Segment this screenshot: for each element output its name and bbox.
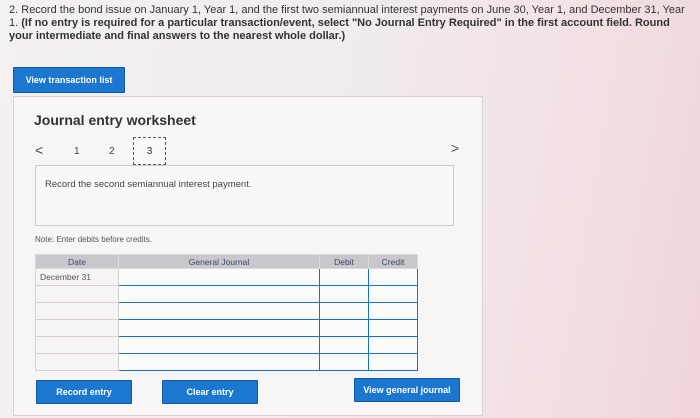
clear-entry-button[interactable]: Clear entry	[162, 380, 258, 404]
next-page-icon[interactable]: >	[451, 140, 459, 156]
date-cell	[35, 302, 119, 320]
credit-field[interactable]	[368, 268, 418, 286]
date-cell	[35, 285, 119, 303]
general-journal-header: General Journal	[118, 254, 320, 269]
account-field[interactable]	[118, 285, 320, 303]
page-tab-3-label: 3	[146, 145, 153, 157]
credit-field[interactable]	[368, 353, 418, 371]
debit-field[interactable]	[319, 353, 369, 371]
question-prompt: 2. Record the bond issue on January 1, Y…	[9, 4, 693, 43]
credit-field[interactable]	[368, 285, 418, 303]
page-tab-1[interactable]: 1	[74, 146, 80, 157]
credit-header: Credit	[368, 254, 418, 269]
debit-field[interactable]	[319, 302, 369, 320]
date-cell	[35, 319, 119, 337]
table-row	[35, 353, 418, 371]
transaction-description-box	[35, 165, 454, 226]
credit-field[interactable]	[368, 302, 418, 320]
table-row: December 31	[35, 268, 418, 286]
debit-field[interactable]	[319, 285, 369, 303]
table-row	[35, 302, 418, 320]
transaction-description: Record the second semiannual interest pa…	[45, 179, 252, 190]
page-tab-2[interactable]: 2	[109, 146, 115, 157]
date-cell[interactable]: December 31	[35, 268, 119, 286]
view-general-journal-button[interactable]: View general journal	[354, 378, 460, 402]
table-row	[35, 336, 418, 354]
date-header: Date	[35, 254, 119, 269]
entry-note: Note: Enter debits before credits.	[35, 235, 152, 244]
credit-field[interactable]	[368, 336, 418, 354]
debit-header: Debit	[319, 254, 369, 269]
account-field[interactable]	[118, 319, 320, 337]
debit-field[interactable]	[319, 336, 369, 354]
table-row	[35, 285, 418, 303]
view-transaction-list-button[interactable]: View transaction list	[13, 67, 125, 93]
account-field[interactable]	[118, 302, 320, 320]
account-field[interactable]	[118, 336, 320, 354]
account-field[interactable]	[118, 353, 320, 371]
date-cell	[35, 353, 119, 371]
record-entry-button[interactable]: Record entry	[36, 380, 132, 404]
journal-table: Date General Journal Debit Credit Decemb…	[35, 254, 418, 371]
question-number: 2.	[9, 4, 19, 16]
worksheet-title: Journal entry worksheet	[34, 112, 196, 128]
table-row	[35, 319, 418, 337]
credit-field[interactable]	[368, 319, 418, 337]
prev-page-icon[interactable]: <	[35, 142, 43, 158]
debit-field[interactable]	[319, 319, 369, 337]
date-cell	[35, 336, 119, 354]
question-instructions: (If no entry is required for a particula…	[9, 17, 670, 42]
account-field[interactable]	[118, 268, 320, 286]
page-tab-3[interactable]: 3	[133, 137, 166, 165]
debit-field[interactable]	[319, 268, 369, 286]
